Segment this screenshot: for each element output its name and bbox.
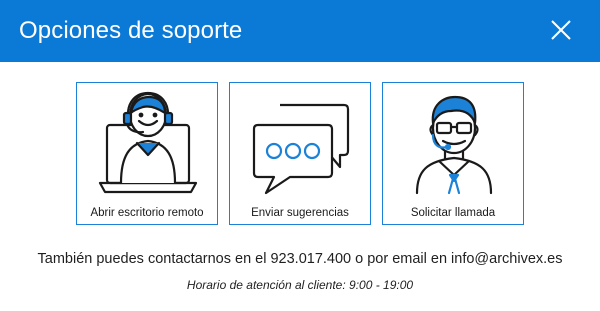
send-feedback-option[interactable]: Enviar sugerencias xyxy=(229,82,371,225)
request-call-label: Solicitar llamada xyxy=(410,207,496,219)
remote-desktop-label: Abrir escritorio remoto xyxy=(90,207,204,219)
send-feedback-label: Enviar sugerencias xyxy=(251,207,349,219)
remote-desktop-agent-icon xyxy=(98,91,198,194)
dialog-title: Opciones de soporte xyxy=(19,17,243,44)
chat-bubbles-icon xyxy=(252,103,350,195)
close-icon xyxy=(551,20,571,40)
support-options-dialog: Opciones de soporte Abrir escritorio rem… xyxy=(0,0,600,311)
remote-desktop-option[interactable]: Abrir escritorio remoto xyxy=(76,82,218,225)
dialog-titlebar: Opciones de soporte xyxy=(0,0,600,62)
call-agent-headset-icon xyxy=(415,95,493,195)
request-call-option[interactable]: Solicitar llamada xyxy=(382,82,524,225)
contact-info-text: También puedes contactarnos en el 923.01… xyxy=(37,251,563,267)
business-hours-text: Horario de atención al cliente: 9:00 - 1… xyxy=(186,278,414,292)
close-button[interactable] xyxy=(540,13,580,49)
